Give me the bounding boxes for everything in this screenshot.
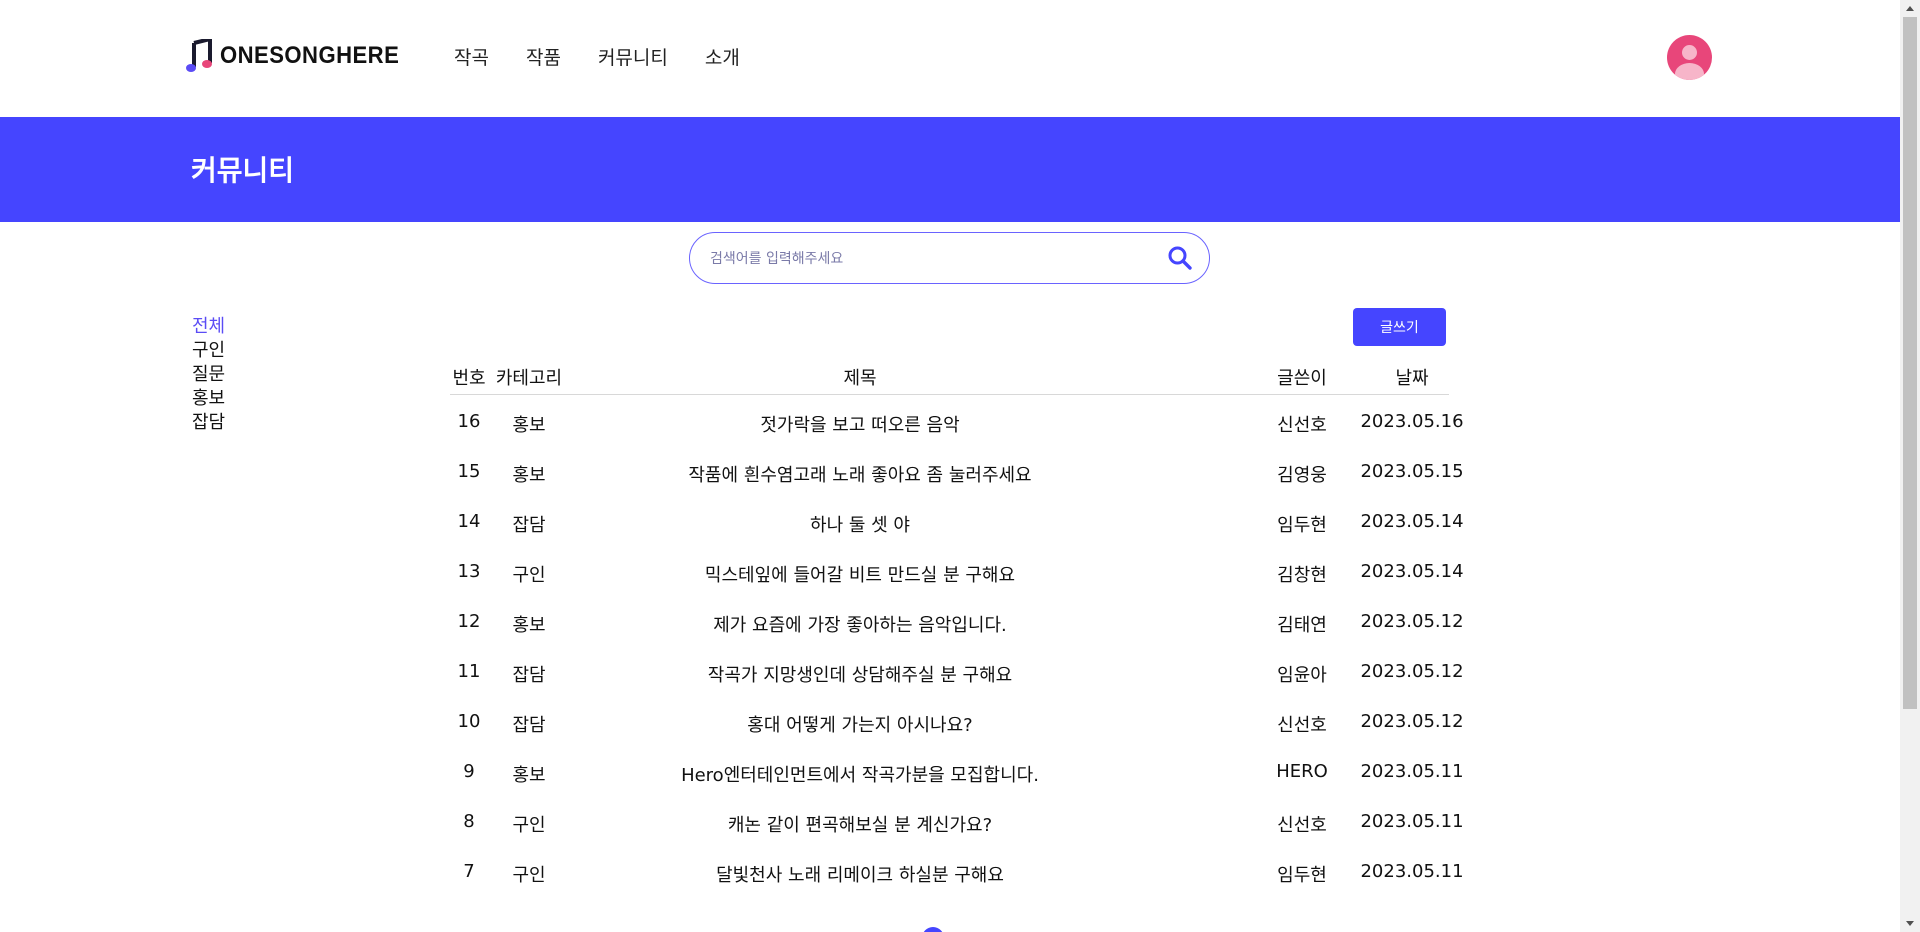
sidebar-item-recruit[interactable]: 구인 — [192, 339, 225, 363]
sidebar-item-promotion[interactable]: 홍보 — [192, 387, 225, 411]
row-category: 구인 — [512, 565, 546, 586]
row-title-link[interactable]: 젓가락을 보고 떠오른 음악 — [570, 411, 1150, 437]
avatar-body — [1675, 63, 1704, 80]
row-date: 2023.05.11 — [1360, 811, 1464, 832]
row-title-link[interactable]: 하나 둘 셋 야 — [570, 511, 1150, 537]
table-row[interactable]: 12 홍보 제가 요즘에 가장 좋아하는 음악입니다. 김태연 2023.05.… — [450, 595, 1464, 645]
scroll-up-arrow-icon[interactable] — [1900, 0, 1920, 17]
nav-item-compose[interactable]: 작곡 — [454, 43, 489, 70]
row-category: 홍보 — [512, 415, 546, 436]
table-row[interactable]: 8 구인 캐논 같이 편곡해보실 분 계신가요? 신선호 2023.05.11 — [450, 795, 1463, 845]
row-category: 구인 — [512, 815, 546, 836]
table-row[interactable]: 9 홍보 Hero엔터테인먼트에서 작곡가분을 모집합니다. HERO 2023… — [450, 745, 1463, 795]
row-no: 8 — [463, 811, 475, 832]
main-nav: 작곡 작품 커뮤니티 소개 — [454, 43, 777, 70]
row-no: 13 — [457, 561, 481, 582]
post-table: 번호 카테고리 제목 글쓴이 날짜 16 홍보 젓가락을 보고 떠오른 음악 신… — [450, 362, 1464, 895]
top-header: ONESONGHERE 작곡 작품 커뮤니티 소개 — [0, 0, 1900, 117]
row-title-link[interactable]: 달빛천사 노래 리메이크 하실분 구해요 — [570, 861, 1150, 887]
row-date: 2023.05.11 — [1360, 861, 1464, 882]
row-date: 2023.05.12 — [1360, 611, 1464, 632]
scroll-down-arrow-icon[interactable] — [1900, 915, 1920, 932]
row-no: 10 — [457, 711, 481, 732]
row-no: 11 — [457, 661, 481, 682]
table-row[interactable]: 13 구인 믹스테잎에 들어갈 비트 만드실 분 구해요 김창현 2023.05… — [450, 545, 1464, 595]
row-date: 2023.05.14 — [1360, 511, 1464, 532]
avatar-head — [1682, 45, 1697, 60]
logo-text: ONESONGHERE — [220, 42, 400, 69]
row-category: 홍보 — [512, 465, 546, 486]
row-date: 2023.05.16 — [1360, 411, 1464, 432]
table-row[interactable]: 15 홍보 작품에 흰수염고래 노래 좋아요 좀 눌러주세요 김영웅 2023.… — [450, 445, 1464, 495]
header-title: 제목 — [843, 368, 877, 389]
row-title-link[interactable]: 홍대 어떻게 가는지 아시나요? — [570, 711, 1150, 737]
page: ONESONGHERE 작곡 작품 커뮤니티 소개 커뮤니티 전체 구인 질문 … — [0, 0, 1900, 932]
header-no: 번호 — [452, 368, 486, 389]
header-date: 날짜 — [1395, 368, 1429, 389]
music-note-icon — [186, 39, 212, 72]
table-row[interactable]: 10 잡담 홍대 어떻게 가는지 아시나요? 신선호 2023.05.12 — [450, 695, 1464, 745]
search-input[interactable] — [708, 246, 1132, 272]
search-icon[interactable] — [1167, 245, 1193, 271]
row-category: 잡담 — [512, 715, 546, 736]
row-date: 2023.05.11 — [1360, 761, 1464, 782]
row-title-link[interactable]: 작품에 흰수염고래 노래 좋아요 좀 눌러주세요 — [570, 461, 1150, 487]
page-banner: 커뮤니티 — [0, 117, 1900, 222]
table-row[interactable]: 11 잡담 작곡가 지망생인데 상담해주실 분 구해요 임윤아 2023.05.… — [450, 645, 1464, 695]
write-post-button[interactable]: 글쓰기 — [1353, 308, 1446, 346]
nav-item-about[interactable]: 소개 — [705, 43, 740, 70]
row-date: 2023.05.12 — [1360, 661, 1464, 682]
row-no: 9 — [463, 761, 475, 782]
row-no: 16 — [457, 411, 481, 432]
row-category: 잡담 — [512, 515, 546, 536]
user-avatar-icon[interactable] — [1667, 35, 1712, 80]
sidebar-item-question[interactable]: 질문 — [192, 363, 225, 387]
table-row[interactable]: 16 홍보 젓가락을 보고 떠오른 음악 신선호 2023.05.16 — [450, 395, 1464, 445]
row-category: 홍보 — [512, 765, 546, 786]
row-no: 12 — [457, 611, 481, 632]
nav-item-works[interactable]: 작품 — [526, 43, 561, 70]
pagination-current-page[interactable] — [922, 927, 944, 932]
table-header: 번호 카테고리 제목 글쓴이 날짜 — [450, 362, 1449, 395]
scrollbar-thumb[interactable] — [1903, 17, 1917, 709]
row-category: 홍보 — [512, 615, 546, 636]
row-title-link[interactable]: Hero엔터테인먼트에서 작곡가분을 모집합니다. — [570, 761, 1150, 787]
search-bar — [689, 232, 1210, 284]
row-title-link[interactable]: 믹스테잎에 들어갈 비트 만드실 분 구해요 — [570, 561, 1150, 587]
nav-item-community[interactable]: 커뮤니티 — [598, 43, 668, 70]
category-sidebar: 전체 구인 질문 홍보 잡담 — [192, 315, 225, 435]
row-date: 2023.05.14 — [1360, 561, 1464, 582]
row-category: 구인 — [512, 865, 546, 886]
header-category: 카테고리 — [495, 368, 563, 389]
sidebar-item-all[interactable]: 전체 — [192, 315, 225, 339]
sidebar-item-chat[interactable]: 잡담 — [192, 411, 225, 435]
table-row[interactable]: 14 잡담 하나 둘 셋 야 임두현 2023.05.14 — [450, 495, 1464, 545]
row-date: 2023.05.12 — [1360, 711, 1464, 732]
row-title-link[interactable]: 캐논 같이 편곡해보실 분 계신가요? — [570, 811, 1150, 837]
row-no: 15 — [457, 461, 481, 482]
row-category: 잡담 — [512, 665, 546, 686]
page-title: 커뮤니티 — [191, 154, 295, 187]
vertical-scrollbar[interactable] — [1900, 0, 1920, 932]
row-no: 14 — [457, 511, 481, 532]
row-date: 2023.05.15 — [1360, 461, 1464, 482]
row-title-link[interactable]: 작곡가 지망생인데 상담해주실 분 구해요 — [570, 661, 1150, 687]
logo[interactable]: ONESONGHERE — [186, 39, 415, 73]
table-row[interactable]: 7 구인 달빛천사 노래 리메이크 하실분 구해요 임두현 2023.05.11 — [450, 845, 1463, 895]
row-title-link[interactable]: 제가 요즘에 가장 좋아하는 음악입니다. — [570, 611, 1150, 637]
row-no: 7 — [463, 861, 475, 882]
